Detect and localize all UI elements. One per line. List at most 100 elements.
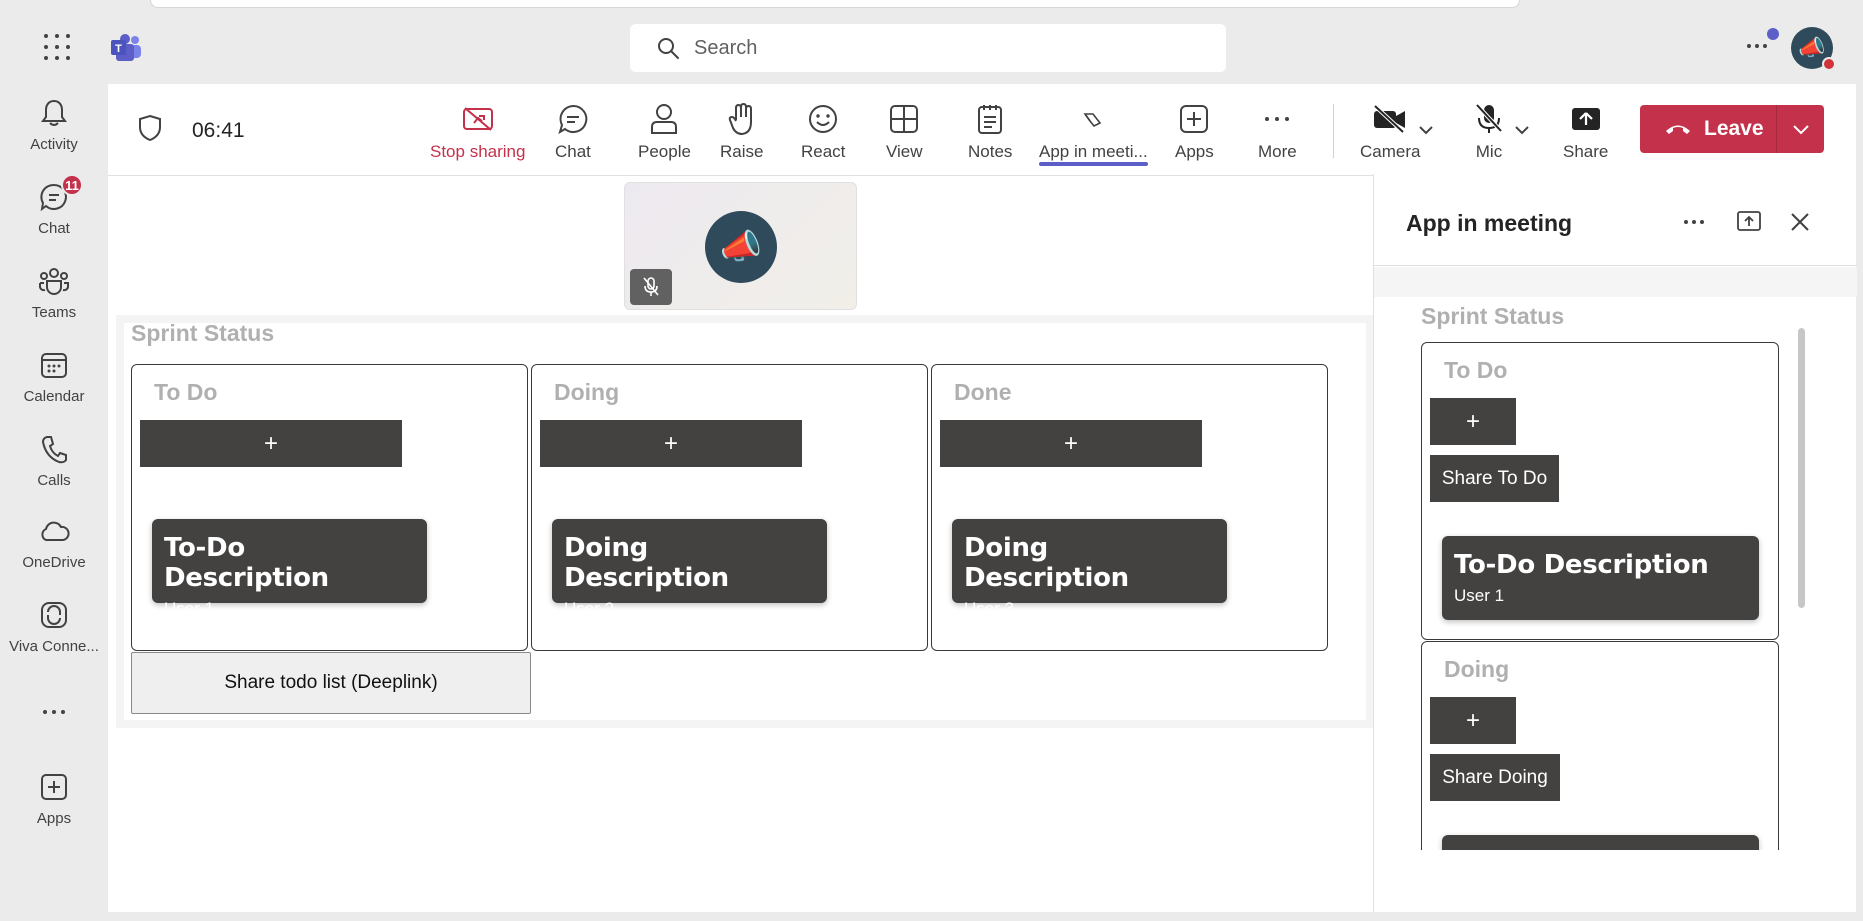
rail-item-label: Calls [37,472,71,489]
share-button[interactable]: Share [1563,100,1608,164]
view-label: View [886,142,923,161]
card-user: User 1 [164,599,215,618]
react-label: React [801,142,846,161]
panel-task-card[interactable] [1442,835,1759,850]
raise-hand-button[interactable]: Raise [720,100,763,164]
rail-item-chat[interactable]: 11 Chat [0,174,108,256]
pop-out-icon[interactable] [1736,210,1762,232]
panel-more-icon[interactable] [1684,220,1704,224]
apps-label: Apps [1175,142,1214,161]
column-title: To Do [1444,357,1508,383]
add-todo-button[interactable]: + [140,420,402,467]
close-icon[interactable] [1790,212,1810,232]
panel-add-doing-button[interactable]: + [1430,697,1516,744]
bell-icon [37,96,71,130]
notification-dot [1767,28,1779,40]
panel-task-card[interactable]: To-Do Description User 1 [1442,536,1759,620]
panel-app-content: Sprint Status To Do + Share To Do To-Do … [1406,298,1817,850]
rail-item-teams[interactable]: Teams [0,264,108,340]
emoji-icon [807,100,839,138]
sprint-status-title: Sprint Status [131,320,275,346]
app-in-meeting-tab[interactable]: App in meeti... [1039,100,1148,166]
grid-view-icon [889,100,919,138]
rail-item-label: OneDrive [22,554,86,571]
left-rail: Activity 11 Chat Teams Calendar Calls On… [0,84,108,914]
top-bar: T 📣 [0,10,1863,84]
rail-item-viva[interactable]: Viva Conne... [0,598,108,674]
card-title: Doing Description [964,533,1129,593]
share-todo-button[interactable]: Share To Do [1430,455,1559,502]
app-in-meeting-panel: App in meeting Sprint Status To Do + Sha… [1373,174,1857,912]
search-input[interactable] [694,36,1174,60]
shield-icon [139,114,161,142]
participant-video-tile[interactable]: 📣 [624,182,857,310]
column-title: Doing [554,379,620,405]
mic-off-icon [1474,100,1504,138]
card-title: To-Do Description [164,533,329,593]
app-in-meeting-label: App in meeti... [1039,142,1148,161]
camera-chevron-down-icon[interactable] [1418,124,1434,136]
more-button[interactable]: More [1258,100,1297,164]
stop-sharing-button[interactable]: Stop sharing [430,100,525,164]
status-busy-icon [1822,57,1836,71]
leave-chevron-down-icon[interactable] [1777,105,1824,153]
people-button[interactable]: People [638,100,691,164]
column-title: Doing [1444,656,1510,682]
camera-label: Camera [1360,142,1421,161]
more-label: More [1258,142,1297,161]
add-done-button[interactable]: + [940,420,1202,467]
share-doing-button[interactable]: Share Doing [1430,754,1560,801]
notes-button[interactable]: Notes [968,100,1012,164]
share-deeplink-button[interactable]: Share todo list (Deeplink) [131,652,531,714]
rail-item-onedrive[interactable]: OneDrive [0,514,108,590]
rail-item-label: Viva Conne... [9,638,99,655]
notes-label: Notes [968,142,1013,161]
panel-add-todo-button[interactable]: + [1430,398,1516,445]
view-button[interactable]: View [886,100,923,164]
muted-mic-icon [630,269,672,305]
camera-button[interactable]: Camera [1360,100,1420,164]
app-in-meeting-icon [1081,100,1105,138]
card-user: User 1 [1454,586,1505,605]
board-column-doing: Doing + Doing Description User 2 [531,364,928,651]
more-options-icon[interactable] [1742,36,1772,56]
rail-item-label: Calendar [23,388,85,405]
leave-button[interactable]: Leave [1640,105,1824,153]
task-card[interactable]: Doing Description User 3 [952,519,1227,618]
rail-item-calendar[interactable]: Calendar [0,348,108,424]
rail-item-activity[interactable]: Activity [0,96,108,172]
add-app-icon [1179,100,1209,138]
app-launcher-icon[interactable] [44,34,70,60]
card-user: User 2 [564,599,615,618]
task-card[interactable]: To-Do Description User 1 [152,519,427,618]
cloud-icon [37,514,71,548]
column-title: To Do [154,379,218,405]
rail-item-apps[interactable]: Apps [0,770,108,846]
rail-item-label: Chat [38,220,70,237]
mic-button[interactable]: Mic [1474,100,1504,164]
panel-scrollbar[interactable] [1798,328,1805,608]
window-chrome-strip [150,0,1520,8]
add-doing-button[interactable]: + [540,420,802,467]
mic-chevron-down-icon[interactable] [1514,124,1530,136]
apps-icon [37,770,71,804]
share-label: Share [1563,142,1609,161]
phone-icon [37,432,71,466]
hand-icon [728,100,756,138]
person-icon [649,100,679,138]
avatar[interactable]: 📣 [1791,27,1836,71]
chat-button[interactable]: Chat [555,100,591,164]
more-icon [1265,100,1290,138]
rail-item-calls[interactable]: Calls [0,432,108,508]
chat-icon [557,100,589,138]
react-button[interactable]: React [801,100,845,164]
apps-button[interactable]: Apps [1175,100,1214,164]
rail-more-icon[interactable] [0,700,108,730]
search-box[interactable] [630,24,1226,72]
task-card[interactable]: Doing Description User 2 [552,519,827,618]
raise-label: Raise [720,142,764,161]
mic-label: Mic [1475,142,1503,161]
board-column-done: Done + Doing Description User 3 [931,364,1328,651]
column-title: Done [954,379,1012,405]
chat-icon: 11 [37,174,83,214]
